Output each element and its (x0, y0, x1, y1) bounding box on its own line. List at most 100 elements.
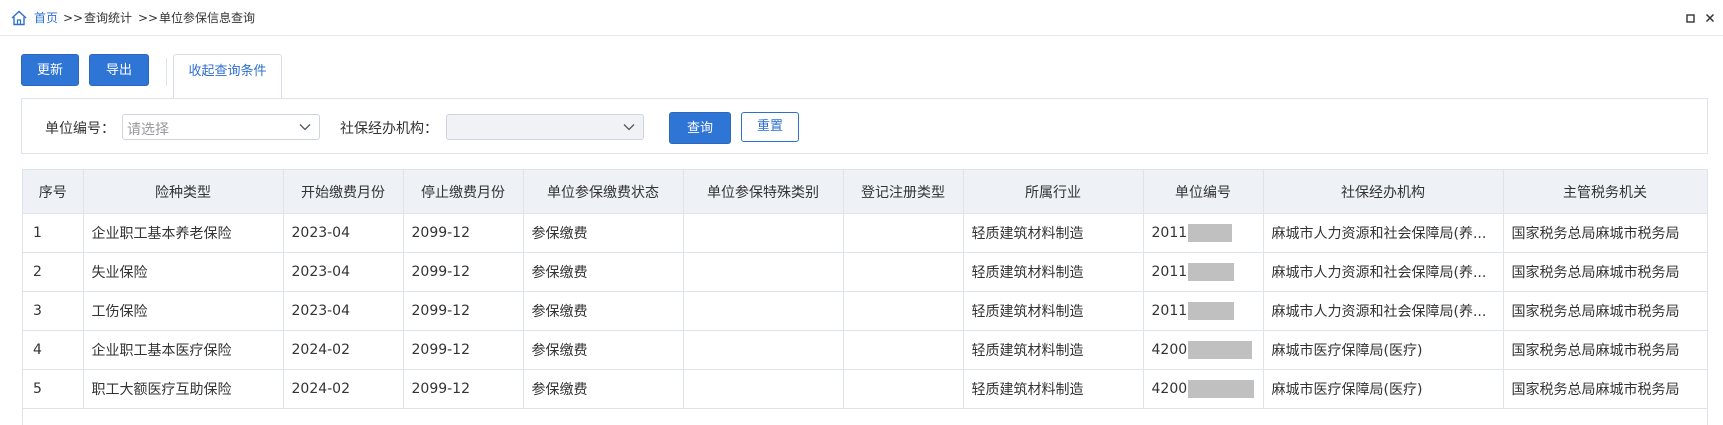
redaction-block (1188, 263, 1235, 281)
cell-special-category (683, 291, 844, 331)
cell-payment-status: 参保缴费 (523, 291, 684, 331)
unit-no-text: 2011 (1151, 225, 1188, 241)
cell-agency: 麻城市人力资源和社会保障局(养... (1263, 252, 1504, 292)
agency-label: 社保经办机构： (340, 121, 438, 137)
cell-industry: 轻质建筑材料制造 (963, 213, 1144, 253)
cell-insurance-type: 职工大额医疗互助保险 (83, 369, 284, 409)
unit-no-select[interactable]: 请选择 (122, 114, 320, 140)
column-header-insurance-type[interactable]: 险种类型 (83, 170, 284, 214)
cell-industry: 轻质建筑材料制造 (963, 330, 1144, 370)
cell-special-category (683, 213, 844, 253)
redaction-block (1188, 380, 1255, 398)
table-header-row: 序号 险种类型 开始缴费月份 停止缴费月份 单位参保缴费状态 单位参保特殊类别 … (23, 170, 1707, 214)
cell-insurance-type: 企业职工基本医疗保险 (83, 330, 284, 370)
cell-tax-authority: 国家税务总局麻城市税务局 (1503, 252, 1707, 292)
column-header-tax-authority[interactable]: 主管税务机关 (1503, 170, 1707, 214)
unit-no-placeholder: 请选择 (127, 122, 169, 138)
cell-agency: 麻城市人力资源和社会保障局(养... (1263, 213, 1504, 253)
results-table: 序号 险种类型 开始缴费月份 停止缴费月份 单位参保缴费状态 单位参保特殊类别 … (23, 170, 1707, 409)
unit-no-text: 4200 (1151, 342, 1188, 358)
cell-stop-month: 2099-12 (403, 291, 524, 331)
cell-payment-status: 参保缴费 (523, 330, 684, 370)
unit-no-text: 2011 (1151, 303, 1188, 319)
breadcrumb-query-stats: 查询统计 (84, 11, 133, 25)
cell-stop-month: 2099-12 (403, 369, 524, 409)
cell-tax-authority: 国家税务总局麻城市税务局 (1503, 213, 1707, 253)
cell-stop-month: 2099-12 (403, 213, 524, 253)
column-header-registration-type[interactable]: 登记注册类型 (843, 170, 964, 214)
cell-registration-type (843, 291, 964, 331)
cell-start-month: 2024-02 (283, 369, 404, 409)
chevron-down-icon (623, 124, 635, 131)
table-row[interactable]: 5 职工大额医疗互助保险 2024-02 2099-12 参保缴费 轻质建筑材料… (23, 369, 1707, 409)
cell-unit-no: 4200 (1143, 330, 1264, 370)
cell-no: 2 (23, 252, 84, 292)
cell-agency: 麻城市医疗保障局(医疗) (1263, 330, 1504, 370)
cell-stop-month: 2099-12 (403, 252, 524, 292)
redaction-block (1188, 302, 1235, 320)
refresh-button[interactable]: 更新 (21, 54, 79, 86)
cell-start-month: 2024-02 (283, 330, 404, 370)
chevron-down-icon (299, 124, 311, 131)
redaction-block (1188, 224, 1233, 242)
breadcrumb-current: 单位参保信息查询 (159, 11, 256, 25)
cell-special-category (683, 369, 844, 409)
breadcrumb-separator: >> (138, 11, 159, 25)
reset-button[interactable]: 重置 (741, 112, 799, 142)
cell-industry: 轻质建筑材料制造 (963, 369, 1144, 409)
breadcrumb-separator: >> (63, 11, 84, 25)
breadcrumb-bar: 首页 >> 查询统计 >> 单位参保信息查询 (0, 0, 1723, 36)
close-icon[interactable] (1704, 12, 1716, 24)
column-header-payment-status[interactable]: 单位参保缴费状态 (523, 170, 684, 214)
cell-unit-no: 2011 (1143, 291, 1264, 331)
cell-unit-no: 2011 (1143, 213, 1264, 253)
restore-icon[interactable] (1685, 12, 1697, 24)
cell-registration-type (843, 213, 964, 253)
table-row[interactable]: 1 企业职工基本养老保险 2023-04 2099-12 参保缴费 轻质建筑材料… (23, 213, 1707, 253)
column-header-agency[interactable]: 社保经办机构 (1263, 170, 1504, 214)
cell-registration-type (843, 369, 964, 409)
cell-payment-status: 参保缴费 (523, 213, 684, 253)
cell-no: 4 (23, 330, 84, 370)
redaction-block (1188, 341, 1253, 359)
unit-no-label: 单位编号： (45, 121, 115, 137)
cell-start-month: 2023-04 (283, 291, 404, 331)
column-header-start-month[interactable]: 开始缴费月份 (283, 170, 404, 214)
cell-industry: 轻质建筑材料制造 (963, 291, 1144, 331)
cell-agency: 麻城市医疗保障局(医疗) (1263, 369, 1504, 409)
breadcrumb-home[interactable]: 首页 (34, 10, 58, 26)
table-row[interactable]: 3 工伤保险 2023-04 2099-12 参保缴费 轻质建筑材料制造 201… (23, 291, 1707, 331)
data-grid: 序号 险种类型 开始缴费月份 停止缴费月份 单位参保缴费状态 单位参保特殊类别 … (22, 169, 1708, 425)
cell-tax-authority: 国家税务总局麻城市税务局 (1503, 330, 1707, 370)
cell-no: 5 (23, 369, 84, 409)
cell-start-month: 2023-04 (283, 213, 404, 253)
home-icon[interactable] (10, 9, 28, 27)
cell-special-category (683, 330, 844, 370)
table-row[interactable]: 2 失业保险 2023-04 2099-12 参保缴费 轻质建筑材料制造 201… (23, 252, 1707, 292)
cell-no: 1 (23, 213, 84, 253)
column-header-no[interactable]: 序号 (23, 170, 84, 214)
cell-industry: 轻质建筑材料制造 (963, 252, 1144, 292)
unit-no-text: 2011 (1151, 264, 1188, 280)
column-header-unit-no[interactable]: 单位编号 (1143, 170, 1264, 214)
cell-registration-type (843, 252, 964, 292)
column-header-industry[interactable]: 所属行业 (963, 170, 1144, 214)
cell-payment-status: 参保缴费 (523, 369, 684, 409)
table-row[interactable]: 4 企业职工基本医疗保险 2024-02 2099-12 参保缴费 轻质建筑材料… (23, 330, 1707, 370)
cell-special-category (683, 252, 844, 292)
cell-insurance-type: 企业职工基本养老保险 (83, 213, 284, 253)
cell-stop-month: 2099-12 (403, 330, 524, 370)
cell-unit-no: 4200 (1143, 369, 1264, 409)
cell-payment-status: 参保缴费 (523, 252, 684, 292)
toolbar-divider (166, 58, 167, 86)
unit-no-text: 4200 (1151, 381, 1188, 397)
search-button[interactable]: 查询 (669, 112, 731, 144)
export-button[interactable]: 导出 (89, 54, 149, 86)
column-header-special-category[interactable]: 单位参保特殊类别 (683, 170, 844, 214)
cell-tax-authority: 国家税务总局麻城市税务局 (1503, 369, 1707, 409)
column-header-stop-month[interactable]: 停止缴费月份 (403, 170, 524, 214)
cell-no: 3 (23, 291, 84, 331)
collapse-query-tab[interactable]: 收起查询条件 (173, 54, 282, 98)
agency-select[interactable] (446, 114, 644, 140)
cell-agency: 麻城市人力资源和社会保障局(养... (1263, 291, 1504, 331)
